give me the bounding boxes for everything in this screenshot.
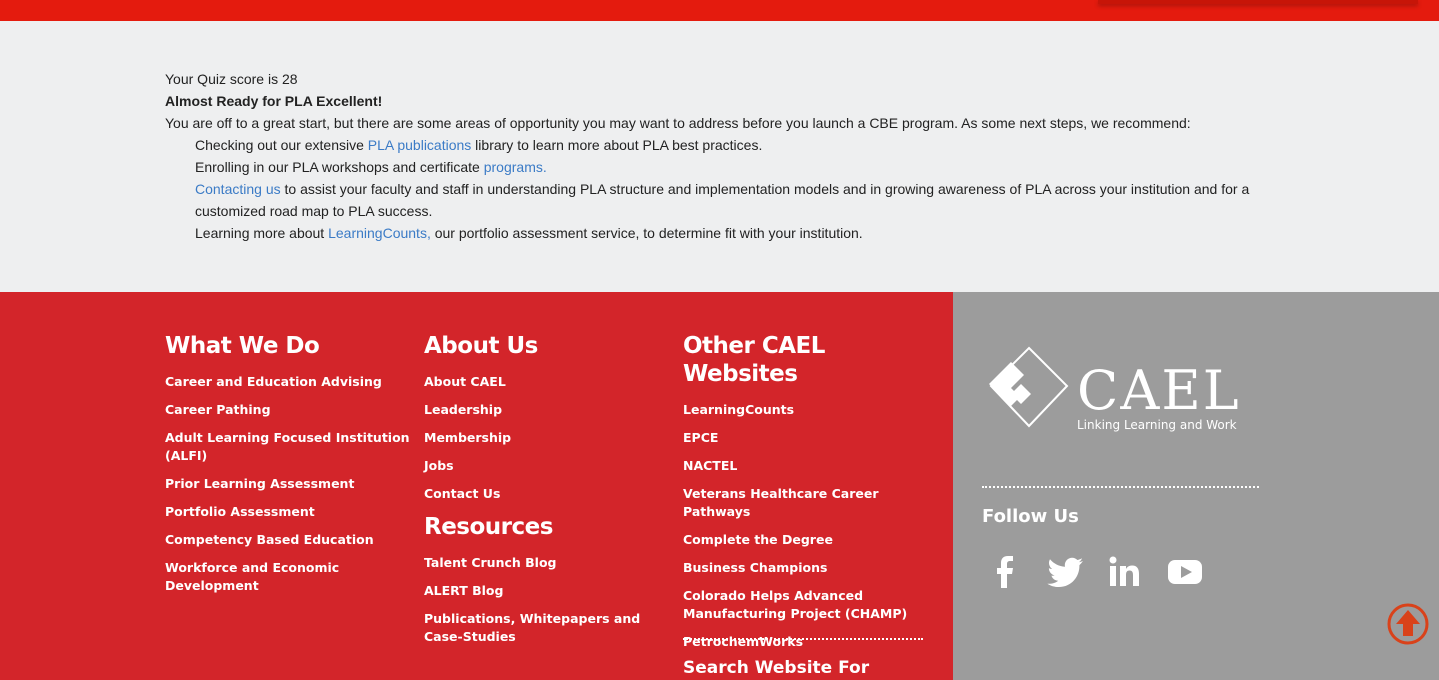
footer-link[interactable]: Career Pathing (165, 401, 415, 419)
footer-link[interactable]: ALERT Blog (424, 582, 654, 600)
other-websites-heading: Other CAEL Websites (683, 333, 825, 387)
quiz-headline: Almost Ready for PLA Excellent! (165, 93, 383, 109)
learningcounts-link[interactable]: LearningCounts, (328, 225, 431, 241)
quiz-score: Your Quiz score is 28 (165, 71, 298, 87)
recommendation-3: Contacting us to assist your faculty and… (165, 178, 1275, 200)
footer-link[interactable]: Complete the Degree (683, 531, 928, 549)
footer-link[interactable]: Publications, Whitepapers and Case-Studi… (424, 610, 644, 646)
follow-us-heading: Follow Us (982, 506, 1079, 527)
recommendation-2-text: Enrolling in our PLA workshops and certi… (195, 159, 484, 175)
recommendation-4-text: Learning more about (195, 225, 329, 241)
twitter-icon[interactable] (1045, 554, 1085, 590)
top-bar-tab (1098, 0, 1418, 4)
recommendation-3-cont: customized road map to PLA success. (195, 203, 433, 219)
footer-link[interactable]: LearningCounts (683, 401, 928, 419)
linkedin-icon[interactable] (1105, 554, 1145, 590)
footer-link[interactable]: Talent Crunch Blog (424, 554, 654, 572)
footer-link[interactable]: Veterans Healthcare Career Pathways (683, 485, 928, 521)
footer-link[interactable]: Career and Education Advising (165, 373, 415, 391)
recommendation-1: Checking out our extensive PLA publicati… (165, 134, 1275, 156)
about-us-column: About Us About CAEL Leadership Membershi… (424, 292, 654, 656)
divider (683, 638, 923, 640)
resources-heading: Resources (424, 514, 553, 540)
recommendation-4: Learning more about LearningCounts, our … (165, 222, 1275, 244)
search-heading: Search Website For (683, 658, 870, 678)
footer-link[interactable]: EPCE (683, 429, 928, 447)
youtube-icon[interactable] (1165, 554, 1205, 590)
facebook-icon[interactable] (985, 554, 1025, 590)
footer-link[interactable]: Business Champions (683, 559, 928, 577)
scroll-to-top-button[interactable] (1387, 603, 1429, 645)
recommendation-2: Enrolling in our PLA workshops and certi… (165, 156, 1275, 178)
pla-publications-link[interactable]: PLA publications (368, 137, 472, 153)
cael-logo[interactable]: CAEL Linking Learning and Work (981, 344, 1251, 439)
footer-link[interactable]: Portfolio Assessment (165, 503, 415, 521)
other-websites-column: Other CAEL Websites LearningCounts EPCE … (683, 292, 928, 661)
footer-link[interactable]: Jobs (424, 457, 654, 475)
divider (982, 486, 1259, 488)
footer-link[interactable]: PetrochemWorks (683, 633, 928, 651)
what-we-do-column: What We Do Career and Education Advising… (165, 292, 415, 605)
logo-wordmark: CAEL (1077, 359, 1241, 422)
footer-link[interactable]: Colorado Helps Advanced Manufacturing Pr… (683, 587, 928, 623)
recommendation-3-text: to assist your faculty and staff in unde… (280, 181, 1250, 197)
quiz-result: Your Quiz score is 28 Almost Ready for P… (165, 68, 1275, 244)
programs-link[interactable]: programs. (484, 159, 547, 175)
recommendation-1-text-end: library to learn more about PLA best pra… (471, 137, 763, 153)
recommendation-4-text-end: our portfolio assessment service, to det… (430, 225, 863, 241)
contacting-us-link[interactable]: Contacting us (195, 181, 281, 197)
quiz-result-section: Your Quiz score is 28 Almost Ready for P… (0, 21, 1439, 292)
footer-link[interactable]: Prior Learning Assessment (165, 475, 415, 493)
footer-links: What We Do Career and Education Advising… (0, 292, 953, 680)
footer-brand: CAEL Linking Learning and Work Follow Us (953, 292, 1439, 680)
logo-tagline: Linking Learning and Work (1077, 418, 1237, 432)
cael-diamond-icon (989, 346, 1069, 428)
footer-link[interactable]: Leadership (424, 401, 654, 419)
footer-link[interactable]: Workforce and Economic Development (165, 559, 415, 595)
footer-link[interactable]: Adult Learning Focused Institution (ALFI… (165, 429, 415, 465)
recommendation-1-text: Checking out our extensive (195, 137, 368, 153)
quiz-intro: You are off to a great start, but there … (165, 115, 1191, 131)
footer-link[interactable]: About CAEL (424, 373, 654, 391)
footer-link[interactable]: Contact Us (424, 485, 654, 503)
footer-link[interactable]: NACTEL (683, 457, 928, 475)
what-we-do-heading: What We Do (165, 333, 320, 359)
footer-link[interactable]: Competency Based Education (165, 531, 415, 549)
about-us-heading: About Us (424, 333, 538, 359)
footer-link[interactable]: Membership (424, 429, 654, 447)
